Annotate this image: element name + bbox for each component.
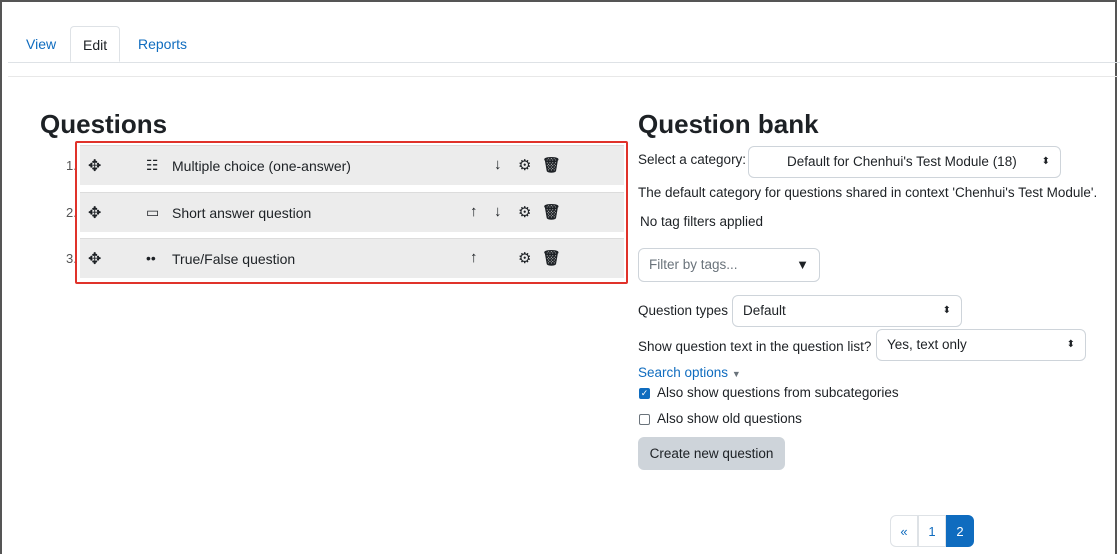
- chevron-updown-icon: ⬍: [1041, 156, 1050, 167]
- tag-filter-input[interactable]: Filter by tags... ▼: [638, 248, 820, 282]
- tag-filter-status: No tag filters applied: [640, 214, 764, 229]
- category-select[interactable]: Default for Chenhui's Test Module (18) ⬍: [748, 146, 1061, 178]
- create-new-question-button[interactable]: Create new question: [638, 437, 785, 470]
- show-text-select[interactable]: Yes, text only ⬍: [876, 329, 1086, 361]
- question-types-label: Question types: [638, 303, 729, 318]
- category-label: Select a category:: [638, 152, 747, 167]
- move-up-icon[interactable]: ↑: [470, 203, 478, 220]
- subcategories-checkbox[interactable]: ✓: [639, 388, 650, 399]
- question-row: ✥ ▭ Short answer question ↑ ↓ ⚙ 🗑: [80, 192, 624, 232]
- chevron-updown-icon: ⬍: [1066, 339, 1075, 350]
- trash-icon[interactable]: 🗑: [542, 203, 561, 221]
- move-up-icon[interactable]: ↑: [470, 249, 478, 266]
- category-help: The default category for questions share…: [638, 185, 1098, 200]
- tab-reports[interactable]: Reports: [126, 26, 199, 62]
- show-text-label: Show question text in the question list?: [638, 339, 872, 354]
- gear-icon[interactable]: ⚙: [518, 156, 531, 174]
- search-options-label: Search options: [638, 365, 729, 380]
- move-down-icon[interactable]: ↓: [494, 156, 502, 173]
- question-number: 2.: [66, 205, 77, 220]
- search-options-toggle[interactable]: Search options ▼: [638, 365, 741, 380]
- tab-bar: View Edit Reports: [8, 26, 1120, 63]
- question-bank-title: Question bank: [638, 109, 819, 139]
- list-icon: ☷: [146, 157, 159, 173]
- move-icon[interactable]: ✥: [88, 249, 101, 269]
- question-number: 1.: [66, 158, 77, 173]
- divider: [8, 76, 1118, 77]
- pagination-page-1[interactable]: 1: [918, 515, 946, 547]
- gear-icon[interactable]: ⚙: [518, 203, 531, 221]
- pagination-prev[interactable]: «: [890, 515, 918, 547]
- subcategories-label: Also show questions from subcategories: [657, 385, 899, 400]
- tab-edit[interactable]: Edit: [70, 26, 121, 62]
- move-down-icon[interactable]: ↓: [494, 203, 502, 220]
- dropdown-arrow-icon: ▼: [796, 257, 809, 272]
- tag-filter-placeholder: Filter by tags...: [649, 257, 738, 272]
- tab-view[interactable]: View: [14, 26, 68, 62]
- move-icon[interactable]: ✥: [88, 156, 101, 176]
- show-text-value: Yes, text only: [887, 337, 967, 352]
- old-questions-label: Also show old questions: [657, 411, 802, 426]
- question-row: ✥ •• True/False question ↑ ⚙ 🗑: [80, 238, 624, 278]
- true-false-icon: ••: [146, 250, 156, 266]
- questions-title: Questions: [40, 109, 168, 139]
- question-row: ✥ ☷ Multiple choice (one-answer) ↓ ⚙ 🗑: [80, 145, 624, 185]
- question-types-value: Default: [743, 303, 786, 318]
- question-name[interactable]: Short answer question: [172, 205, 311, 221]
- category-value: Default for Chenhui's Test Module (18): [787, 154, 1017, 169]
- old-questions-checkbox[interactable]: [639, 414, 650, 425]
- gear-icon[interactable]: ⚙: [518, 249, 531, 267]
- question-name[interactable]: True/False question: [172, 251, 295, 267]
- trash-icon[interactable]: 🗑: [542, 249, 561, 267]
- caret-down-icon: ▼: [731, 369, 741, 379]
- move-icon[interactable]: ✥: [88, 203, 101, 223]
- short-answer-icon: ▭: [146, 204, 160, 220]
- trash-icon[interactable]: 🗑: [542, 156, 561, 174]
- chevron-updown-icon: ⬍: [942, 305, 951, 316]
- question-name[interactable]: Multiple choice (one-answer): [172, 158, 351, 174]
- question-types-select[interactable]: Default ⬍: [732, 295, 962, 327]
- pagination-page-2[interactable]: 2: [946, 515, 974, 547]
- question-number: 3.: [66, 251, 77, 266]
